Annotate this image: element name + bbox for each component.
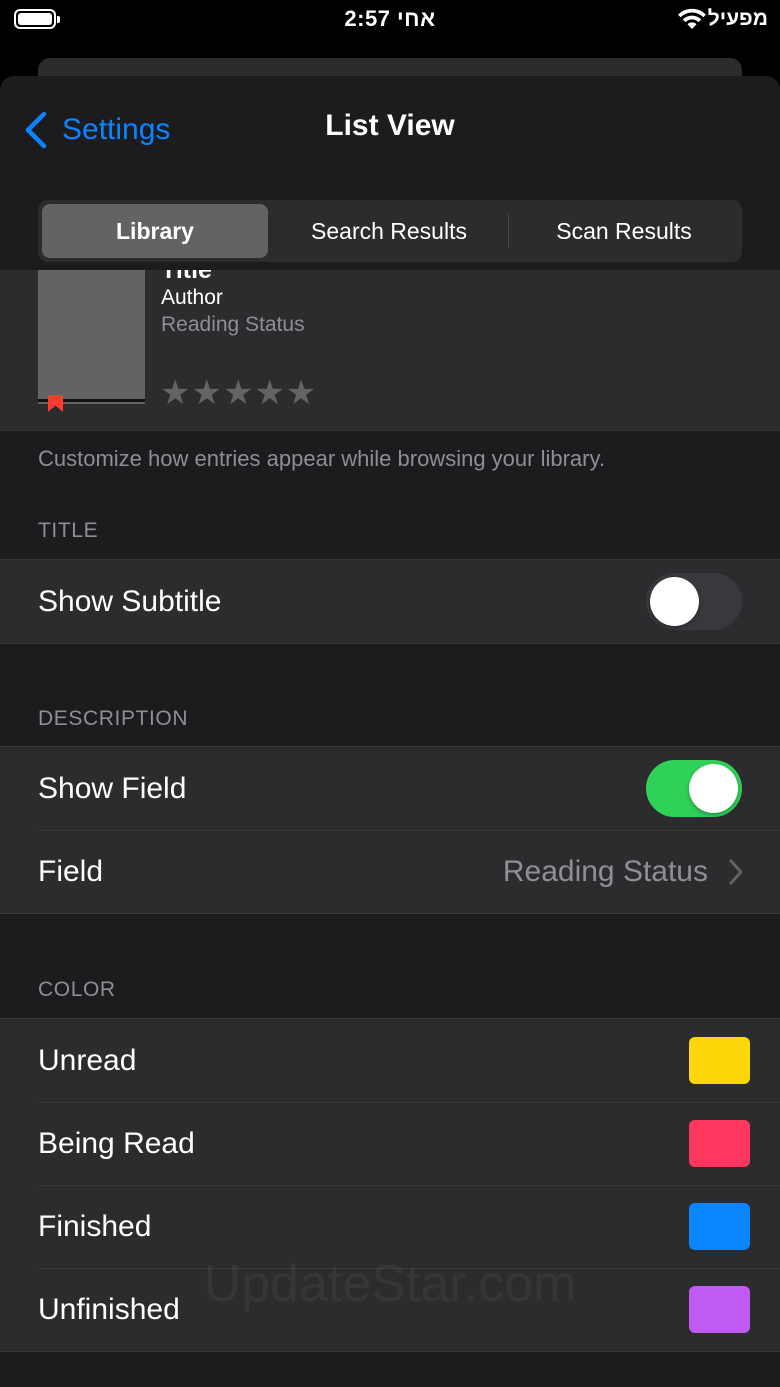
color-swatch-unfinished[interactable] [689,1286,750,1333]
bookmark-icon [48,395,63,412]
section-header-title: TITLE [38,519,99,542]
segmented-control: Library Search Results Scan Results [38,200,742,262]
carrier-label: מפעיל [707,7,768,30]
wifi-icon [678,8,706,29]
color-label-unread: Unread [38,1044,137,1077]
show-field-toggle[interactable] [646,760,742,817]
show-subtitle-label: Show Subtitle [38,585,222,618]
color-label-finished: Finished [38,1210,152,1243]
show-field-row: Show Field [0,747,780,830]
chevron-right-icon [729,859,743,885]
field-row[interactable]: Field Reading Status [0,830,780,913]
show-field-label: Show Field [38,772,187,805]
status-time: 2:57 אחי [344,6,436,31]
preview-footnote: Customize how entries appear while brows… [38,446,605,471]
segment-search-results[interactable]: Search Results [272,204,506,258]
star-rating: ★★★★★ [160,374,318,412]
color-swatch-being-read[interactable] [689,1120,750,1167]
page-title: List View [325,109,455,142]
color-group: Unread Being Read Finished Unfinished [0,1018,780,1352]
color-row-finished[interactable]: Finished [0,1185,780,1268]
field-label: Field [38,855,104,888]
color-swatch-unread[interactable] [689,1037,750,1084]
preview-author: Author [161,286,223,309]
color-label-unfinished: Unfinished [38,1293,180,1326]
segment-divider [508,214,509,248]
preview-title: Title [161,270,212,284]
segment-library[interactable]: Library [42,204,268,258]
section-header-description: DESCRIPTION [38,707,189,730]
entry-preview: Title Author Reading Status ★★★★★ [0,270,780,431]
color-row-unfinished[interactable]: Unfinished [0,1268,780,1351]
show-subtitle-row: Show Subtitle [0,560,780,643]
color-row-being-read[interactable]: Being Read [0,1102,780,1185]
title-group: Show Subtitle [0,559,780,644]
color-label-being-read: Being Read [38,1127,195,1160]
color-row-unread[interactable]: Unread [0,1019,780,1102]
description-group: Show Field Field Reading Status [0,746,780,914]
segment-scan-results[interactable]: Scan Results [510,204,738,258]
color-swatch-finished[interactable] [689,1203,750,1250]
field-value: Reading Status [502,855,708,888]
book-cover [38,270,145,412]
navigation-bar: Settings List View [0,76,780,186]
show-subtitle-toggle[interactable] [646,573,742,630]
status-bar: 2:57 אחי מפעיל [0,0,780,56]
section-header-color: COLOR [38,978,116,1001]
preview-status: Reading Status [161,313,305,336]
settings-sheet: Settings List View Library Search Result… [0,76,780,1387]
